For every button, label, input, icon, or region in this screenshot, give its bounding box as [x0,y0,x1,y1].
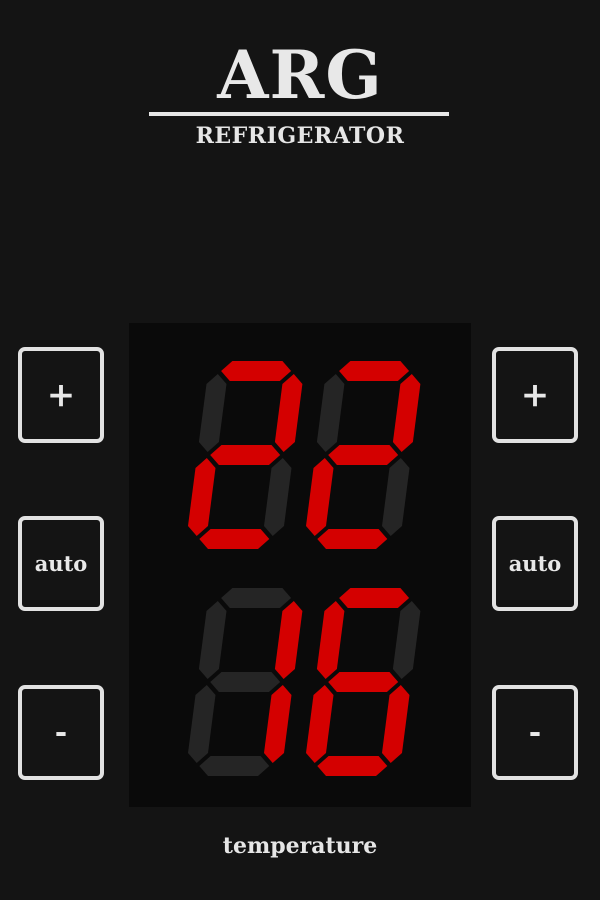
segment-c [382,685,410,763]
digit [188,588,303,776]
segment-f [198,601,227,679]
segment-g [210,445,281,465]
brand-divider [149,112,449,116]
segment-d [199,756,270,776]
segment-a [339,588,410,608]
segment-f [316,601,345,679]
digit [306,588,421,776]
segment-b [274,601,303,679]
digit [188,361,303,549]
segment-a [339,361,410,381]
segment-c [382,458,410,536]
segment-b [392,374,421,452]
segment-e [306,458,334,536]
left-minus-button[interactable]: - [18,685,104,780]
appliance-subtitle: REFRIGERATOR [195,123,405,149]
right-minus-button[interactable]: - [492,685,578,780]
segment-f [198,374,227,452]
right-plus-button[interactable]: + [492,347,578,443]
temperature-caption: temperature [222,833,378,859]
left-auto-button[interactable]: auto [18,516,104,611]
segment-c [264,685,292,763]
segment-d [317,756,388,776]
segment-d [199,529,270,549]
segment-d [317,529,388,549]
segment-f [316,374,345,452]
segment-b [274,374,303,452]
left-plus-button[interactable]: + [18,347,104,443]
lower-temperature-readout [188,588,421,776]
segment-e [306,685,334,763]
segment-g [328,672,399,692]
segment-g [328,445,399,465]
segment-a [221,588,292,608]
temperature-display [129,323,471,807]
segment-g [210,672,281,692]
segment-b [392,601,421,679]
segment-c [264,458,292,536]
segment-e [188,458,216,536]
right-auto-button[interactable]: auto [492,516,578,611]
digit [306,361,421,549]
upper-temperature-readout [188,361,421,549]
segment-e [188,685,216,763]
segment-a [221,361,292,381]
brand-logo: ARG [217,36,383,114]
